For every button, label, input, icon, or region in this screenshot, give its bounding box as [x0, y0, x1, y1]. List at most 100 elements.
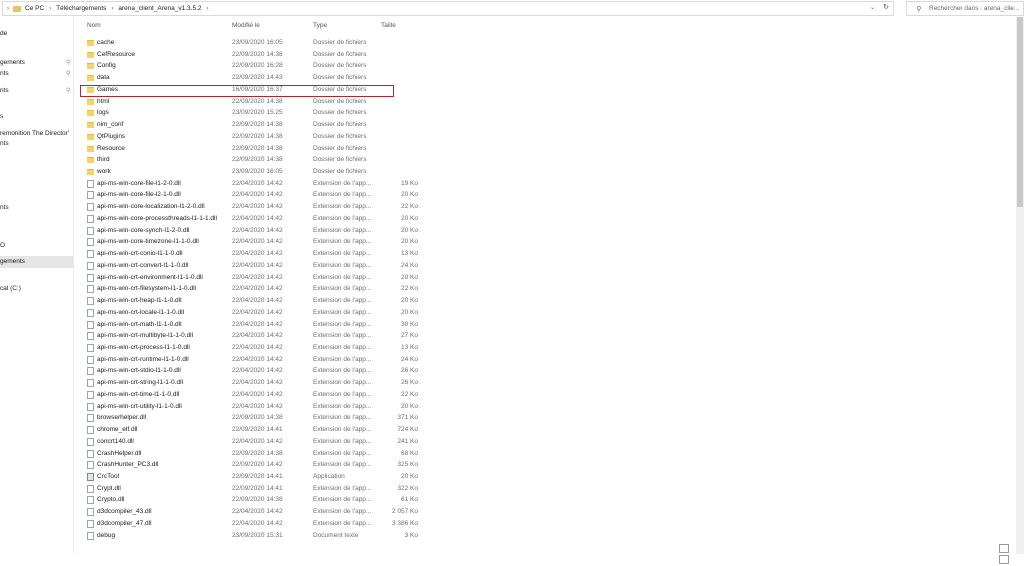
chevron-right-icon[interactable]: ›: [7, 6, 9, 12]
file-row[interactable]: browserhelper.dll 22/09/2020 14:38 Extensi…: [83, 412, 423, 424]
address-bar[interactable]: › Ce PC › Téléchargements › arena_client_Are…: [2, 1, 894, 16]
file-row[interactable]: api-ms-win-core-synch-l1-2-0.dll 22/04/20…: [83, 225, 423, 237]
navigation-pane: de gements ⚲ nts ⚲ nts ⚲ s remonition The Direct…: [0, 17, 74, 554]
file-name: api-ms-win-core-file-l2-1-0.dll: [97, 191, 181, 199]
scrollbar[interactable]: [1016, 17, 1024, 554]
file-row[interactable]: api-ms-win-crt-process-l1-1-0.dll 22/04/2…: [83, 342, 423, 354]
file-row[interactable]: api-ms-win-crt-conio-l1-1-0.dll 22/04/202…: [83, 248, 423, 260]
file-size: 3 Ko: [404, 531, 418, 539]
file-row[interactable]: api-ms-win-crt-heap-l1-1-0.dll 22/04/2020…: [83, 295, 423, 307]
file-icon: [87, 332, 94, 341]
sidebar-item[interactable]: s: [0, 111, 73, 123]
file-row[interactable]: api-ms-win-crt-convert-l1-1-0.dll 22/04/2…: [83, 260, 423, 272]
file-row[interactable]: concrt140.dll 22/04/2020 14:42 Extension d…: [83, 436, 423, 448]
file-row[interactable]: QtPlugins 22/09/2020 14:38 Dossier de fich…: [83, 131, 423, 143]
search-input[interactable]: Rechercher dans : arena_clie...: [929, 5, 1019, 12]
file-type: Dossier de fichiers: [313, 168, 367, 176]
sidebar-item[interactable]: nts: [0, 138, 73, 150]
column-type[interactable]: Type: [313, 20, 327, 32]
file-size: 19 Ko: [401, 179, 418, 187]
file-modified: 22/04/2020 14:42: [232, 238, 283, 246]
file-row[interactable]: api-ms-win-crt-environment-l1-1-0.dll 22/…: [83, 272, 423, 284]
file-row[interactable]: api-ms-win-crt-time-l1-1-0.dll 22/04/2020…: [83, 389, 423, 401]
file-row[interactable]: api-ms-win-crt-stdio-l1-1-0.dll 22/04/202…: [83, 365, 423, 377]
details-view-icon[interactable]: [999, 544, 1009, 553]
file-row[interactable]: debug 23/09/2020 15:31 Document texte 3 Ko: [83, 530, 423, 542]
file-row[interactable]: api-ms-win-crt-locale-l1-1-0.dll 22/04/20…: [83, 307, 423, 319]
file-row[interactable]: Crypt.dll 22/09/2020 14:41 Extension de l'…: [83, 483, 423, 495]
file-row[interactable]: api-ms-win-core-processthreads-l1-1-1.dl…: [83, 213, 423, 225]
file-row[interactable]: api-ms-win-core-timezone-l1-1-0.dll 22/04…: [83, 236, 423, 248]
file-row[interactable]: html 22/09/2020 14:38 Dossier de fichiers: [83, 96, 423, 108]
file-row[interactable]: d3dcompiler_43.dll 22/04/2020 14:42 Extens…: [83, 506, 423, 518]
file-icon: [87, 531, 94, 540]
file-row[interactable]: api-ms-win-crt-multibyte-l1-1-0.dll 22/04…: [83, 330, 423, 342]
file-icon: [87, 203, 94, 212]
breadcrumb-item[interactable]: arena_client_Arena_v1.3.5.2: [118, 5, 201, 12]
file-row[interactable]: CefResource 22/09/2020 14:38 Dossier de fi…: [83, 49, 423, 61]
file-row[interactable]: work 23/09/2020 16:05 Dossier de fichiers: [83, 166, 423, 178]
sidebar-item[interactable]: gements: [0, 256, 73, 268]
file-row[interactable]: CrashHelper.dll 22/09/2020 14:38 Extension…: [83, 448, 423, 460]
file-name: api-ms-win-core-localization-l1-2-0.dll: [97, 203, 205, 211]
file-type: Dossier de fichiers: [313, 97, 367, 105]
file-row[interactable]: api-ms-win-core-file-l1-2-0.dll 22/04/202…: [83, 178, 423, 190]
refresh-icon[interactable]: ↻: [883, 3, 889, 11]
file-modified: 22/09/2020 16:28: [232, 62, 283, 70]
file-row[interactable]: logs 23/09/2020 15:25 Dossier de fichiers: [83, 107, 423, 119]
chevron-right-icon[interactable]: ›: [49, 6, 51, 12]
file-icon: [87, 226, 94, 235]
file-row[interactable]: cache 23/09/2020 16:05 Dossier de fichiers: [83, 37, 423, 49]
column-size[interactable]: Taille: [381, 20, 396, 32]
chevron-right-icon[interactable]: ›: [207, 6, 209, 12]
file-row[interactable]: CrcTool 22/09/2020 14:41 Application 20 Ko: [83, 471, 423, 483]
sidebar-item[interactable]: nts ⚲: [0, 85, 73, 97]
file-modified: 22/09/2020 14:41: [232, 484, 283, 492]
file-row[interactable]: data 22/09/2020 14:43 Dossier de fichiers: [83, 72, 423, 84]
file-type: Dossier de fichiers: [313, 156, 367, 164]
scrollbar-thumb[interactable]: [1017, 17, 1023, 207]
file-icon: [87, 297, 94, 306]
file-row[interactable]: chrome_elf.dll 22/09/2020 14:41 Extension …: [83, 424, 423, 436]
file-row[interactable]: CrashHunter_PC3.dll 22/09/2020 14:42 Exten…: [83, 459, 423, 471]
file-icon: [87, 250, 94, 259]
sidebar-item[interactable]: de: [0, 28, 73, 40]
file-name: Config: [97, 62, 116, 70]
large-icons-view-icon[interactable]: [999, 555, 1009, 564]
file-row[interactable]: d3dcompiler_47.dll 22/04/2020 14:42 Extens…: [83, 518, 423, 530]
pin-icon[interactable]: ⚲: [66, 85, 70, 97]
breadcrumb-item[interactable]: Téléchargements: [56, 5, 106, 12]
file-row[interactable]: api-ms-win-crt-filesystem-l1-1-0.dll 22/0…: [83, 283, 423, 295]
sidebar-item[interactable]: cal (C:): [0, 283, 73, 295]
view-toggle: [999, 544, 1021, 564]
search-box[interactable]: ⚲ Rechercher dans : arena_clie...: [906, 1, 1024, 16]
file-row[interactable]: Resource 22/09/2020 14:38 Dossier de fichi…: [83, 143, 423, 155]
column-name[interactable]: Nom: [87, 20, 101, 32]
file-modified: 22/04/2020 14:42: [232, 191, 283, 199]
pin-icon[interactable]: ⚲: [66, 68, 70, 80]
file-row[interactable]: api-ms-win-core-file-l2-1-0.dll 22/04/202…: [83, 189, 423, 201]
sidebar-item[interactable]: O: [0, 240, 73, 252]
file-name: debug: [97, 531, 116, 539]
chevron-down-icon[interactable]: ⌄: [870, 4, 875, 11]
sidebar-item[interactable]: nts: [0, 202, 73, 214]
breadcrumb-item[interactable]: Ce PC: [25, 5, 44, 12]
file-row[interactable]: api-ms-win-core-localization-l1-2-0.dll 2…: [83, 201, 423, 213]
file-icon: [87, 273, 94, 282]
file-name: api-ms-win-crt-process-l1-1-0.dll: [97, 343, 190, 351]
file-row[interactable]: Crypto.dll 22/09/2020 14:38 Extension de l…: [83, 494, 423, 506]
chevron-right-icon[interactable]: ›: [111, 6, 113, 12]
file-modified: 22/04/2020 14:42: [232, 390, 283, 398]
file-row[interactable]: third 22/09/2020 14:38 Dossier de fichiers: [83, 154, 423, 166]
file-row[interactable]: Config 22/09/2020 16:28 Dossier de fichier…: [83, 60, 423, 72]
column-modified[interactable]: Modifié le: [232, 20, 260, 32]
folder-icon: [87, 157, 94, 164]
file-size: 20 Ko: [401, 297, 418, 305]
file-row[interactable]: api-ms-win-crt-runtime-l1-1-0.dll 22/04/2…: [83, 354, 423, 366]
file-row[interactable]: api-ms-win-crt-string-l1-1-0.dll 22/04/20…: [83, 377, 423, 389]
file-row[interactable]: api-ms-win-crt-math-l1-1-0.dll 22/04/2020…: [83, 319, 423, 331]
file-row[interactable]: api-ms-win-crt-utility-l1-1-0.dll 22/04/2…: [83, 401, 423, 413]
file-size: 20 Ko: [401, 214, 418, 222]
sidebar-item[interactable]: nts ⚲: [0, 68, 73, 80]
file-row[interactable]: nim_conf 22/09/2020 14:38 Dossier de fichi…: [83, 119, 423, 131]
